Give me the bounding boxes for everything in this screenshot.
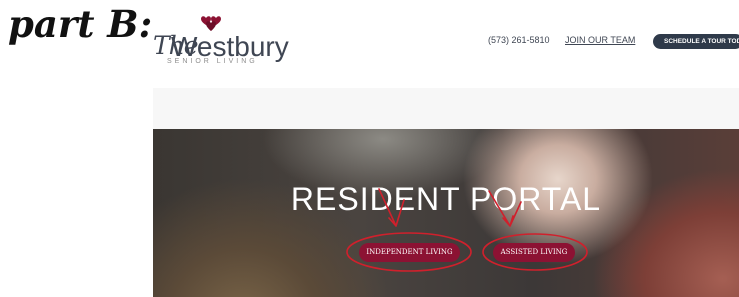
westbury-logo[interactable]: The Westbury SENIOR LIVING bbox=[153, 14, 289, 72]
join-our-team-link[interactable]: JOIN OUR TEAM bbox=[565, 35, 635, 45]
header-divider-band bbox=[153, 88, 739, 129]
annotation-label: part B: bbox=[8, 2, 153, 46]
schedule-tour-button[interactable]: SCHEDULE A TOUR TODAY bbox=[653, 34, 739, 49]
hero-banner: RESIDENT PORTAL INDEPENDENT LIVING ASSIS… bbox=[153, 129, 739, 297]
assisted-living-button[interactable]: ASSISTED LIVING bbox=[493, 243, 575, 262]
hearts-logo-icon bbox=[201, 16, 221, 31]
logo-tagline: SENIOR LIVING bbox=[167, 58, 258, 65]
phone-link[interactable]: (573) 261-5810 bbox=[488, 35, 550, 45]
hero-title: RESIDENT PORTAL bbox=[290, 181, 602, 217]
independent-living-button[interactable]: INDEPENDENT LIVING bbox=[359, 243, 460, 262]
